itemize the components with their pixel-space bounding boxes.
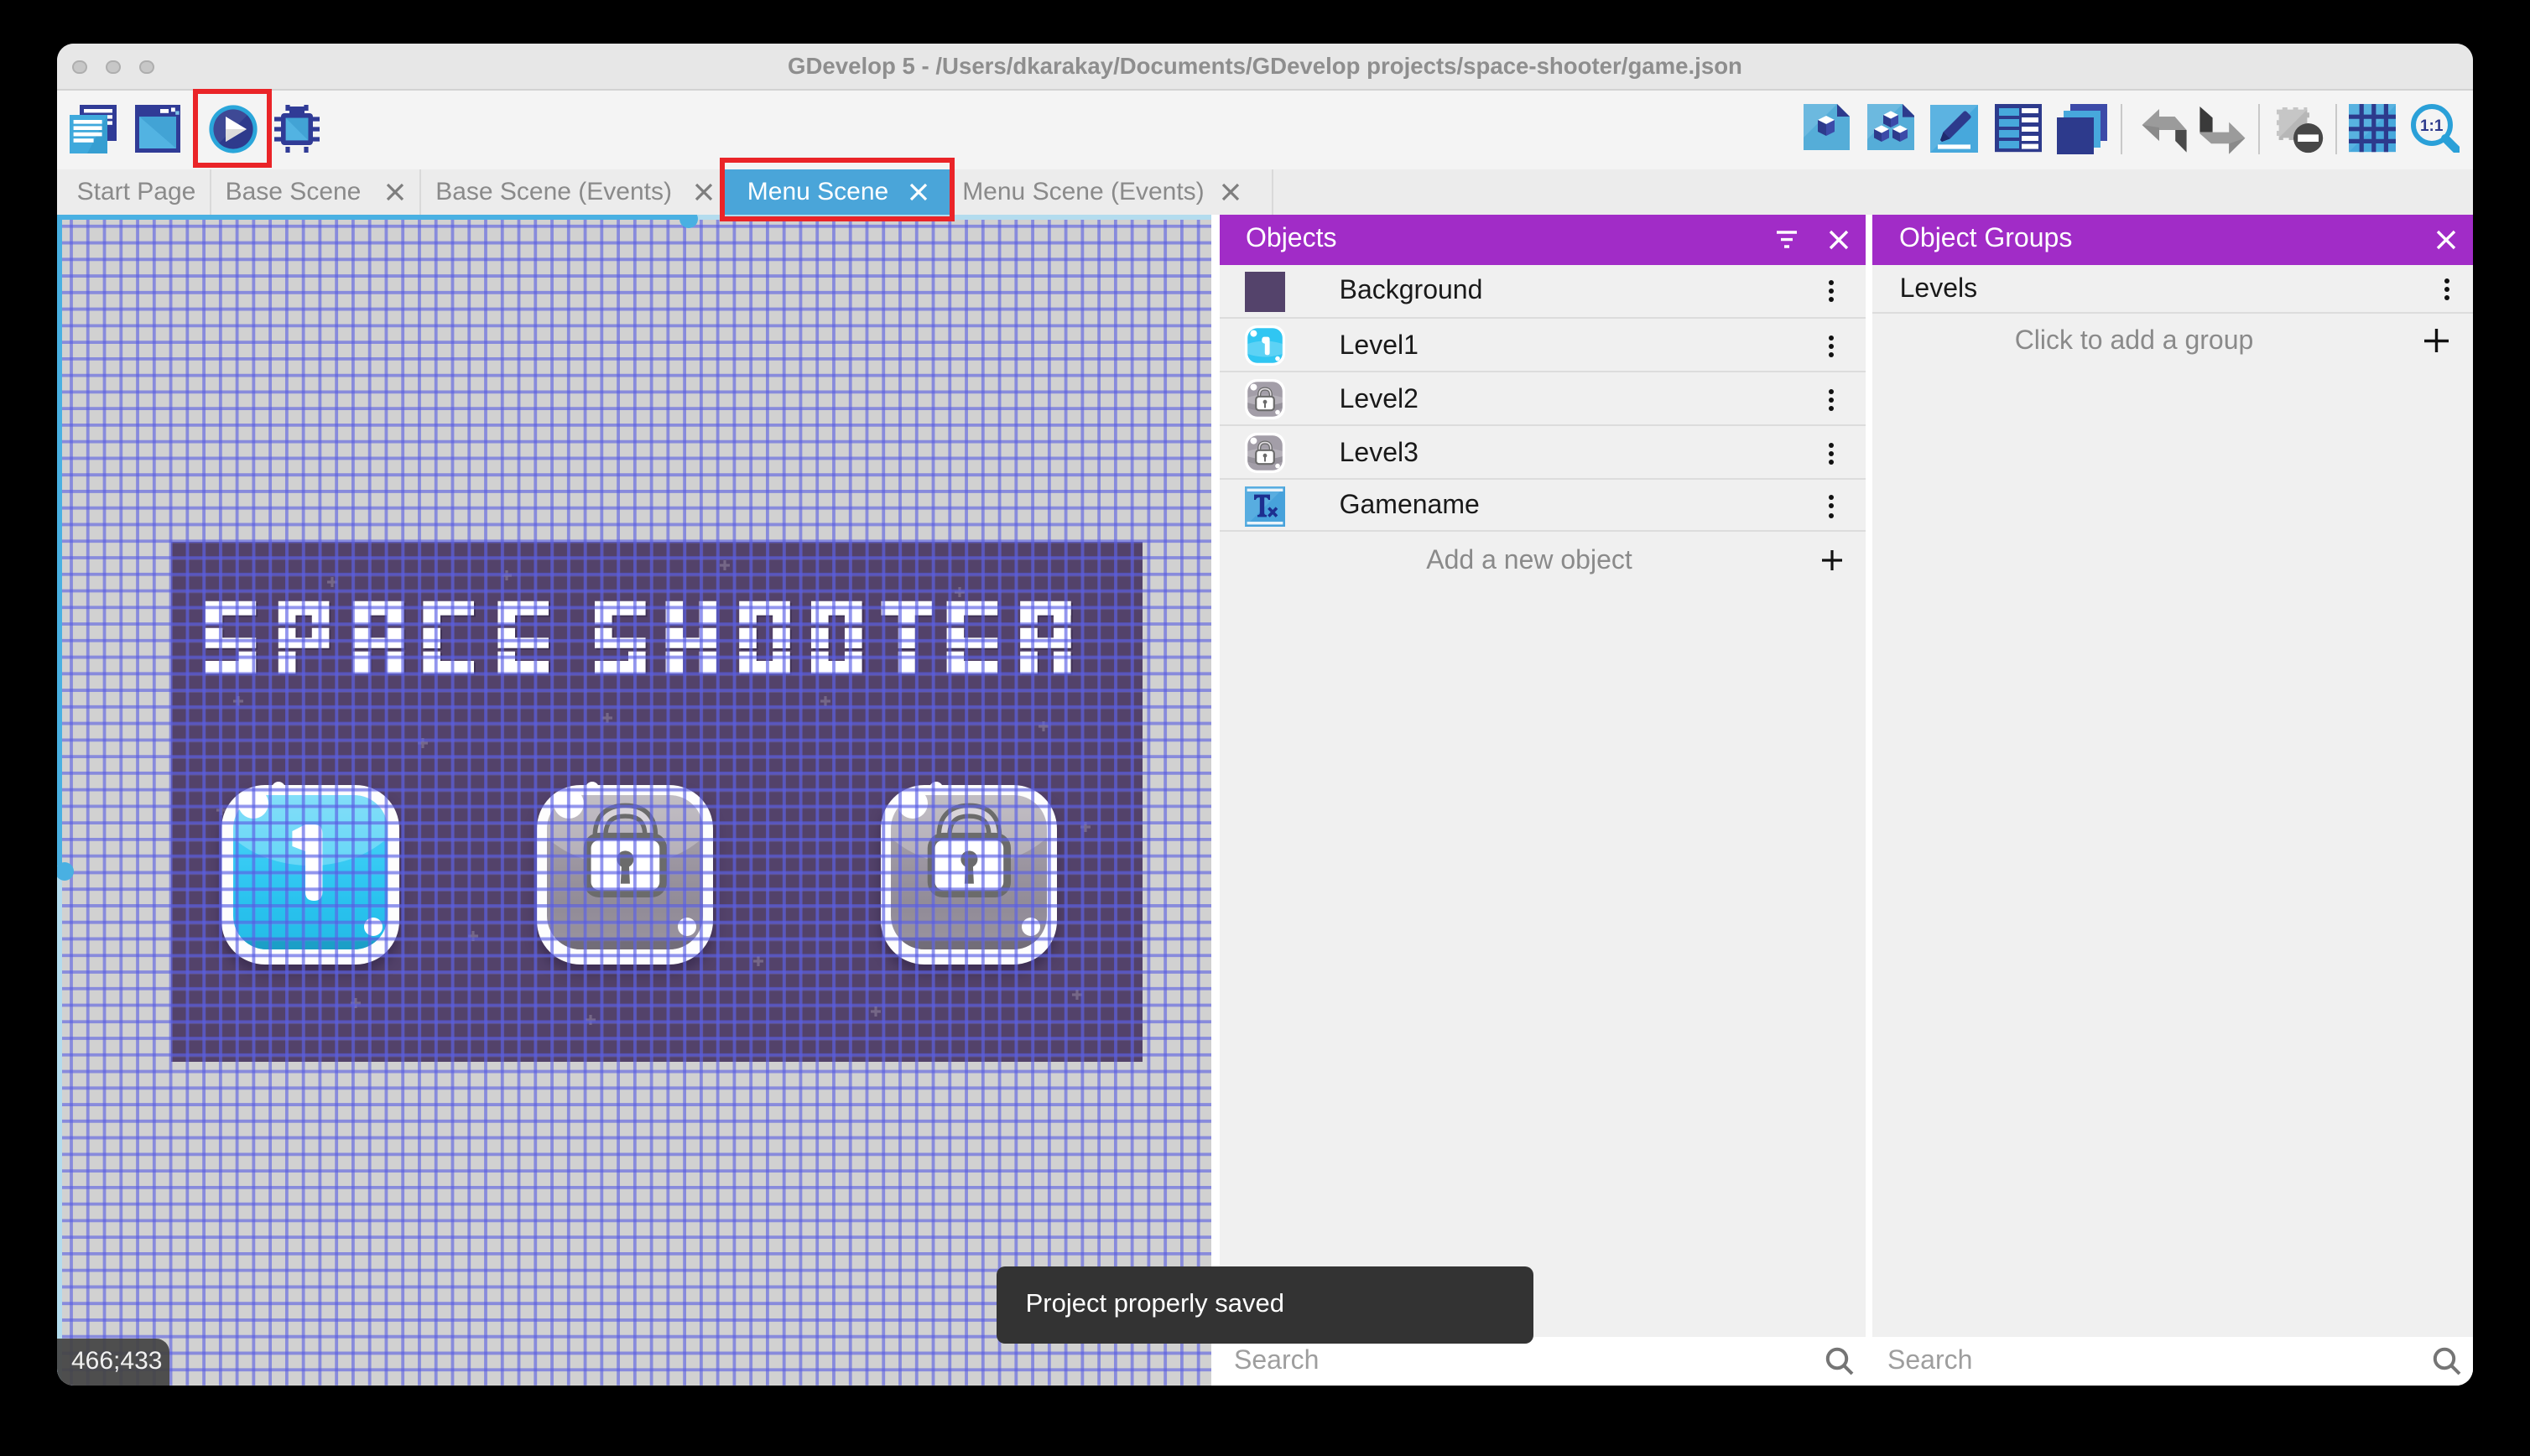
svg-text:1:1: 1:1 [2421,117,2444,135]
